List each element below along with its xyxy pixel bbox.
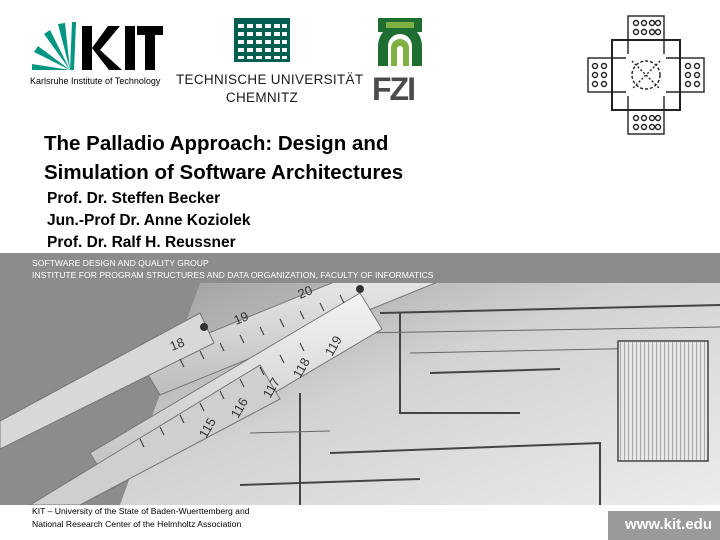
tuc-name-line1: TECHNISCHE UNIVERSITÄT (176, 72, 364, 87)
slide-title: The Palladio Approach: Design and Simula… (44, 129, 604, 187)
tuc-building-icon (234, 18, 290, 62)
author-name: Prof. Dr. Ralf H. Reussner (47, 234, 236, 251)
kit-logo: Karlsruhe Institute of Technology (28, 22, 163, 92)
header-photo-band: 18 19 20 21 119 118 117 116 115 SOFTWARE… (0, 253, 720, 505)
author-name: Prof. Dr. Steffen Becker (47, 190, 221, 207)
title-line-2: Simulation of Software Architectures (44, 161, 404, 184)
author-list: Prof. Dr. Steffen Becker Jun.-Prof Dr. A… (47, 188, 251, 254)
title-line-1: The Palladio Approach: Design and (44, 132, 389, 155)
palladio-plan-drawing (587, 15, 705, 135)
slide-footer: KIT – University of the State of Baden-W… (0, 505, 720, 540)
author-name: Jun.-Prof Dr. Anne Koziolek (47, 212, 251, 229)
footer-line-2: National Research Center of the Helmholt… (32, 519, 242, 529)
blueprint-ruler-photo: 18 19 20 21 119 118 117 116 115 (0, 253, 720, 505)
fzi-arcs-icon (378, 18, 422, 66)
tuc-logo: TECHNISCHE UNIVERSITÄT CHEMNITZ (176, 16, 364, 110)
group-name: SOFTWARE DESIGN AND QUALITY GROUP (32, 258, 209, 268)
footer-text: KIT – University of the State of Baden-W… (32, 505, 250, 531)
footer-line-1: KIT – University of the State of Baden-W… (32, 506, 250, 516)
palladio-floorplan-icon (586, 14, 706, 136)
title-slide: Karlsruhe Institute of Technology TECHNI… (0, 0, 720, 540)
kit-logo-icon (32, 22, 163, 70)
kit-subtitle: Karlsruhe Institute of Technology (30, 76, 161, 86)
tuc-name-line2: CHEMNITZ (225, 90, 299, 105)
kit-website-link[interactable]: www.kit.edu (608, 511, 720, 540)
research-group: SOFTWARE DESIGN AND QUALITY GROUP INSTIT… (32, 258, 434, 281)
fzi-wordmark: FZI (372, 71, 416, 107)
fzi-logo: FZI (372, 16, 428, 107)
institute-name: INSTITUTE FOR PROGRAM STRUCTURES AND DAT… (32, 269, 434, 280)
